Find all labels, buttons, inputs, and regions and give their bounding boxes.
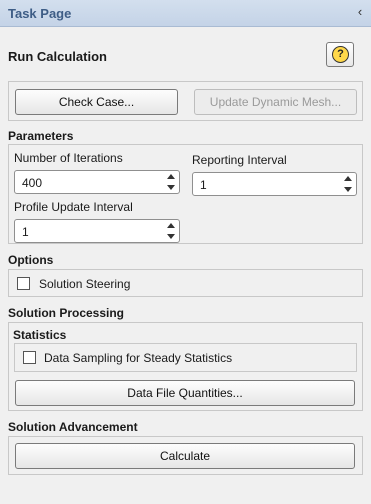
solution-advancement-group: Calculate [8,436,363,475]
parameters-group: Number of Iterations 400 Reporting Inter… [8,144,363,244]
collapse-icon[interactable]: ‹ [353,4,367,20]
solution-advancement-heading: Solution Advancement [8,420,138,434]
reporting-interval-spinner[interactable]: 1 [192,172,357,196]
spinner-arrows-icon[interactable] [342,174,354,194]
reporting-interval-value: 1 [200,178,207,192]
data-file-quantities-button[interactable]: Data File Quantities... [15,380,355,406]
help-button[interactable]: ? [326,42,354,67]
data-sampling-checkbox[interactable]: Data Sampling for Steady Statistics [23,351,323,365]
spinner-arrows-icon[interactable] [165,172,177,192]
reporting-interval-label: Reporting Interval [192,153,287,167]
solution-processing-group: Statistics Data Sampling for Steady Stat… [8,322,363,411]
options-heading: Options [8,253,54,267]
solution-steering-label: Solution Steering [39,277,131,291]
task-page-header: Task Page ‹ [0,0,371,27]
iterations-label: Number of Iterations [14,151,123,165]
spinner-arrows-icon[interactable] [165,221,177,241]
page-title: Run Calculation [8,49,107,64]
checkbox-icon[interactable] [17,277,30,290]
options-group: Solution Steering [8,269,363,297]
iterations-spinner[interactable]: 400 [14,170,180,194]
calculate-button[interactable]: Calculate [15,443,355,469]
solution-processing-heading: Solution Processing [8,306,125,320]
help-icon: ? [332,46,349,63]
checkbox-icon[interactable] [23,351,36,364]
parameters-heading: Parameters [8,129,74,143]
solution-steering-checkbox[interactable]: Solution Steering [17,277,217,291]
update-dynamic-mesh-button[interactable]: Update Dynamic Mesh... [194,89,357,115]
top-actions-group: Check Case... Update Dynamic Mesh... [8,81,363,121]
profile-update-value: 1 [22,225,29,239]
statistics-group: Data Sampling for Steady Statistics [14,343,357,372]
profile-update-label: Profile Update Interval [14,200,133,214]
statistics-heading: Statistics [13,328,67,342]
check-case-button[interactable]: Check Case... [15,89,178,115]
iterations-value: 400 [22,176,43,190]
data-sampling-label: Data Sampling for Steady Statistics [44,351,233,365]
task-page-title: Task Page [8,6,72,21]
profile-update-spinner[interactable]: 1 [14,219,180,243]
